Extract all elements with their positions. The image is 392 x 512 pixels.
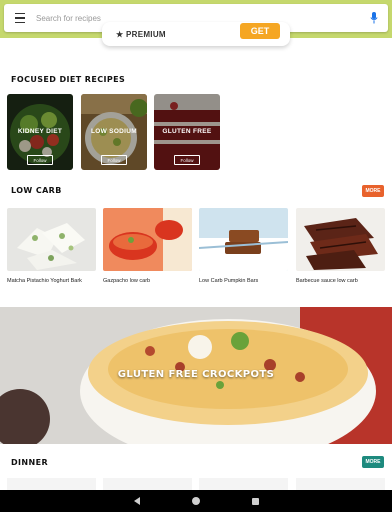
dinner-title: DINNER: [11, 458, 49, 467]
dinner-card[interactable]: [296, 478, 385, 490]
recipe-image: [296, 208, 385, 271]
recipe-card[interactable]: Barbecue sauce low carb: [296, 208, 385, 285]
home-circle-icon[interactable]: [191, 497, 200, 505]
diet-tile-gluten-free[interactable]: GLUTEN FREE Follow: [154, 94, 220, 170]
follow-button[interactable]: Follow: [101, 155, 127, 165]
microphone-icon[interactable]: [360, 4, 388, 32]
back-triangle-icon[interactable]: [133, 497, 140, 505]
recipe-name: Low Carb Pumpkin Bars: [199, 278, 259, 284]
recipe-image: [199, 208, 288, 271]
system-navigation-bar: [0, 490, 392, 512]
premium-card: ★ PREMIUM GET: [102, 22, 290, 46]
dinner-card[interactable]: [199, 478, 288, 490]
low-carb-title: LOW CARB: [11, 186, 62, 195]
dinner-card[interactable]: [103, 478, 192, 490]
banner-title: GLUTEN FREE CROCKPOTS: [117, 369, 275, 380]
diet-tile-label: KIDNEY DIET: [17, 128, 63, 135]
diet-tile-kidney[interactable]: KIDNEY DIET Follow: [7, 94, 73, 170]
follow-button[interactable]: Follow: [174, 155, 200, 165]
recipe-card[interactable]: Gazpacho low carb: [103, 208, 192, 285]
get-premium-button[interactable]: GET: [240, 23, 280, 39]
recipe-image: [103, 208, 192, 271]
gluten-free-crockpots-banner[interactable]: GLUTEN FREE CROCKPOTS: [0, 307, 392, 444]
recipe-card[interactable]: Matcha Pistachio Yoghurt Bark: [7, 208, 96, 285]
follow-button[interactable]: Follow: [27, 155, 53, 165]
recipe-name: Gazpacho low carb: [103, 278, 151, 284]
recipe-name: Barbecue sauce low carb: [296, 278, 358, 284]
premium-label: ★ PREMIUM: [116, 29, 166, 39]
dinner-more-button[interactable]: MORE: [362, 456, 384, 468]
diet-tile-low-sodium[interactable]: LOW SODIUM Follow: [81, 94, 147, 170]
dinner-card[interactable]: [7, 478, 96, 490]
recipe-name: Matcha Pistachio Yoghurt Bark: [7, 278, 82, 284]
recipe-card[interactable]: Low Carb Pumpkin Bars: [199, 208, 288, 285]
focused-diet-title: FOCUSED DIET RECIPES: [11, 75, 126, 84]
low-carb-more-button[interactable]: MORE: [362, 185, 384, 197]
diet-tile-label: GLUTEN FREE: [162, 128, 212, 135]
diet-tile-label: LOW SODIUM: [91, 128, 137, 135]
recipe-image: [7, 208, 96, 271]
recent-square-icon[interactable]: [251, 497, 259, 505]
hamburger-menu-icon[interactable]: [4, 4, 36, 32]
